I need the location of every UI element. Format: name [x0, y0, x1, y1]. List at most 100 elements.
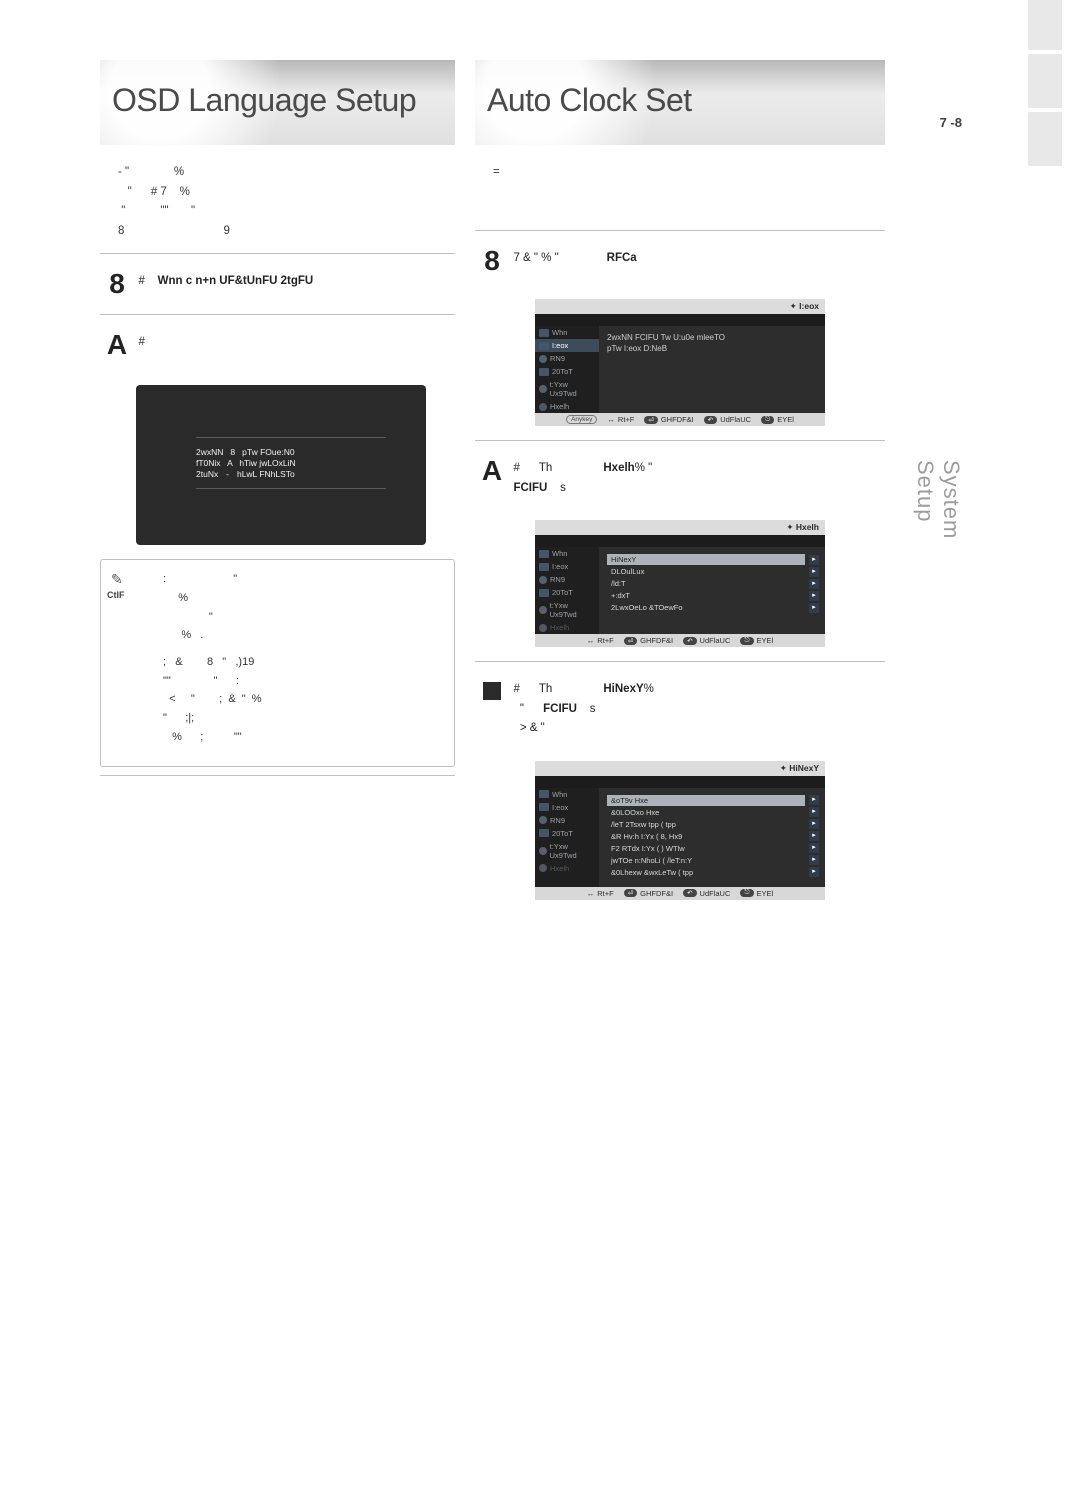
list-row[interactable]: F2 RTdx I:Yx ( ) WTlw▸ [607, 843, 819, 854]
list-row[interactable]: &0Lhexw &wxLeTw ( tpp▸ [607, 867, 819, 878]
note-box: ✎ CtIF : " % " % . ; & 8 " ,)19 "" " : <… [100, 559, 455, 767]
right-intro: = [493, 163, 885, 218]
screen-language: 2wxNN 8 pTw FOue:N0 fT0Nix A hTiw jwLOxL… [136, 385, 426, 545]
sidebar-item[interactable]: 20ToT [535, 827, 599, 840]
step-number: 8 [100, 268, 134, 300]
screen-menu-1: ✦ I:eox Whn I:eox RN9 20ToT t:Yxw Ux9Twd… [535, 299, 825, 426]
sidebar-item[interactable]: Hxelh [535, 621, 599, 634]
anykey-pill: Anykey [566, 415, 597, 424]
screen-inner: 2wxNN 8 pTw FOue:N0 fT0Nix A hTiw jwLOxL… [196, 437, 386, 489]
sidebar-item[interactable]: RN9 [535, 573, 599, 586]
note-p2: ; & 8 " ,)19 "" " : < " ; & " % " ;|; % … [163, 653, 442, 746]
arrow-icon: ▸ [809, 555, 819, 565]
sidebar-item[interactable]: Whn [535, 788, 599, 801]
arrow-icon: ▸ [809, 855, 819, 865]
list-row[interactable]: HiNexY▸ [607, 554, 819, 565]
column-left: OSD Language Setup - " % " # 7 % " "" " … [100, 60, 455, 776]
screen-content: 2wxNN FCIFU Tw U:u0e mleeTO pTw I:eox D:… [599, 326, 825, 413]
step-bold: Wnn c n+n UF&tUnFU 2tgFU [158, 275, 314, 287]
right-title: Auto Clock Set [475, 60, 885, 119]
arrow-icon: ▸ [809, 807, 819, 817]
screen-crumb: ✦ I:eox [535, 299, 825, 314]
arrow-icon: ▸ [809, 843, 819, 853]
sidebar-item[interactable]: Whn [535, 326, 599, 339]
left-title: OSD Language Setup [100, 60, 455, 119]
right-step-2: A # Th Hxelh% " FCIFU s [475, 441, 885, 512]
step-text: # Th HiNexY% " FCIFU s > & " [513, 676, 877, 739]
right-header: Auto Clock Set [475, 60, 885, 145]
arrow-icon: ▸ [809, 591, 819, 601]
sidebar-item[interactable]: t:Yxw Ux9Twd [535, 378, 599, 400]
screen-sidebar: Whn I:eox RN9 20ToT t:Yxw Ux9Twd Hxelh [535, 547, 599, 634]
screen-row: fT0Nix A hTiw jwLOxLiN [196, 458, 386, 468]
list-row[interactable]: &R Hv:h I:Yx ( 8, Hx9▸ [607, 831, 819, 842]
list-row[interactable]: +:dxT▸ [607, 590, 819, 601]
sidebar-item[interactable]: RN9 [535, 352, 599, 365]
left-step-2: A # [100, 315, 455, 375]
thumb-tab [1028, 0, 1062, 50]
screen-footer: ↔ Rt+F ⏎GHFDF&I ↶UdFlaUC ⎋EYEl [535, 634, 825, 647]
step-prefix: # [138, 275, 144, 287]
sidebar-item[interactable]: I:eox [535, 801, 599, 814]
page-number: 7 -8 [940, 115, 962, 130]
list-row[interactable]: &0LOOxo Hxe▸ [607, 807, 819, 818]
screen-menu-2: ✦ Hxelh Whn I:eox RN9 20ToT t:Yxw Ux9Twd… [535, 520, 825, 647]
arrow-icon: ▸ [809, 603, 819, 613]
note-p1: : " % " % . [163, 570, 442, 645]
sidebar-item[interactable]: Hxelh [535, 400, 599, 413]
arrow-icon: ▸ [809, 867, 819, 877]
sidebar-item[interactable]: 20ToT [535, 365, 599, 378]
sidebar-item[interactable]: Hxelh [535, 862, 599, 875]
screen-content: HiNexY▸ DLOulLux▸ /ld:T▸ +:dxT▸ 2LwxOeLo… [599, 547, 825, 634]
step-bold: RFCa [607, 252, 637, 264]
left-step-1: 8 # Wnn c n+n UF&tUnFU 2tgFU [100, 254, 455, 314]
list-row[interactable]: 2LwxOeLo &TOewFo▸ [607, 602, 819, 613]
screen-crumb: ✦ HiNexY [535, 761, 825, 776]
step-number: A [475, 455, 509, 487]
sidebar-item[interactable]: t:Yxw Ux9Twd [535, 599, 599, 621]
left-intro: - " % " # 7 % " "" " 8 9 [118, 163, 455, 241]
sidebar-item[interactable]: Whn [535, 547, 599, 560]
sidebar-item[interactable]: RN9 [535, 814, 599, 827]
right-step-1: 8 7 & " % " RFCa [475, 231, 885, 291]
step-text: # [138, 329, 447, 353]
list-row[interactable]: /ld:T▸ [607, 578, 819, 589]
column-right: Auto Clock Set = 8 7 & " % " RFCa ✦ I:eo… [475, 60, 885, 914]
screen-row: 2tuNx - hLwL FNhLSTo [196, 469, 386, 479]
screen-content: &oT9v Hxe▸ &0LOOxo Hxe▸ /leT 2Tsxw tpp (… [599, 788, 825, 887]
left-header: OSD Language Setup [100, 60, 455, 145]
right-step-3: # Th HiNexY% " FCIFU s > & " [475, 662, 885, 753]
thumb-tabs [1028, 0, 1064, 170]
screen-footer: Anykey ↔ Rt+F ⏎GHFDF&I ↶UdFlaUC ⎋EYEl [535, 413, 825, 426]
sidebar-item[interactable]: I:eox [535, 560, 599, 573]
screen-message: 2wxNN FCIFU Tw U:u0e mleeTO pTw I:eox D:… [607, 332, 819, 354]
list-row[interactable]: jwTOe n:NhoLi ( /leT:n:Y▸ [607, 855, 819, 866]
screen-tabbar [535, 314, 825, 326]
screen-tabbar [535, 776, 825, 788]
thumb-tab [1028, 112, 1062, 166]
step-text: # Wnn c n+n UF&tUnFU 2tgFU [138, 268, 447, 292]
screen-sidebar: Whn I:eox RN9 20ToT t:Yxw Ux9Twd Hxelh [535, 326, 599, 413]
sidebar-item[interactable]: I:eox [535, 339, 599, 352]
arrow-icon: ▸ [809, 567, 819, 577]
list-row[interactable]: /leT 2Tsxw tpp ( tpp▸ [607, 819, 819, 830]
page-footer: English 7 -8 [893, 115, 962, 130]
sidebar-item[interactable]: t:Yxw Ux9Twd [535, 840, 599, 862]
thumb-tab [1028, 54, 1062, 108]
arrow-icon: ▸ [809, 831, 819, 841]
arrow-icon: ▸ [809, 819, 819, 829]
sidebar-item[interactable]: 20ToT [535, 586, 599, 599]
step-number: A [100, 329, 134, 361]
screen-menu-3: ✦ HiNexY Whn I:eox RN9 20ToT t:Yxw Ux9Tw… [535, 761, 825, 900]
screen-row: 2wxNN 8 pTw FOue:N0 [196, 447, 386, 457]
arrow-icon: ▸ [809, 579, 819, 589]
list-row[interactable]: DLOulLux▸ [607, 566, 819, 577]
screen-sidebar: Whn I:eox RN9 20ToT t:Yxw Ux9Twd Hxelh [535, 788, 599, 887]
arrow-icon: ▸ [809, 795, 819, 805]
step-text: # Th Hxelh% " FCIFU s [513, 455, 877, 498]
divider [100, 775, 455, 776]
screen-footer: ↔ Rt+F ⏎GHFDF&I ↶UdFlaUC ⎋EYEl [535, 887, 825, 900]
list-row[interactable]: &oT9v Hxe▸ [607, 795, 819, 806]
section-tab: System Setup [912, 460, 964, 539]
step-plain: 7 & " % " [513, 252, 558, 264]
